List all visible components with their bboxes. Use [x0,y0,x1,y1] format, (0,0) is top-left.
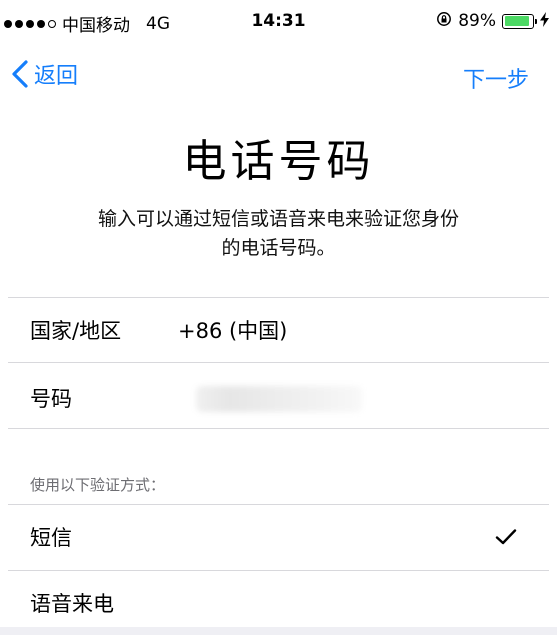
verification-option-sms[interactable]: 短信 [0,505,557,569]
number-row[interactable]: 号码 [0,366,557,430]
country-row[interactable]: 国家/地区 +86 (中国) [0,298,557,362]
country-label: 国家/地区 [30,319,122,343]
battery-fill [504,16,529,26]
option-label: 短信 [30,526,72,550]
verification-option-voice[interactable]: 语音来电 [0,571,557,635]
bottom-edge [0,627,557,635]
navigation-bar: 返回 下一步 [0,44,557,108]
number-label: 号码 [30,387,72,411]
phone-number-screen: 中国移动 4G 14:31 89% 返回 下一步 电话号码 输入可以通过短信或语… [0,0,557,635]
next-button[interactable]: 下一步 [463,62,529,94]
description-line-1: 输入可以通过短信或语音来电来验证您身份 [97,208,459,230]
rotation-lock-icon [436,11,452,31]
description-line-2: 的电话号码。 [221,237,336,259]
bolt-icon [540,11,549,31]
checkmark-icon [495,529,517,545]
divider [8,428,549,429]
battery-icon [502,13,537,29]
phone-number-input[interactable] [196,386,362,412]
chevron-left-icon [12,60,28,88]
back-button-label: 返回 [34,64,79,89]
verification-section-header: 使用以下验证方式： [30,476,166,494]
divider [8,362,549,363]
country-value: +86 (中国) [178,319,288,343]
status-right: 89% [436,11,549,31]
status-bar: 中国移动 4G 14:31 89% [0,0,557,44]
back-button[interactable]: 返回 [8,58,78,90]
page-description: 输入可以通过短信或语音来电来验证您身份 的电话号码。 [60,205,497,263]
page-title: 电话号码 [182,136,375,187]
battery-percent: 89% [458,11,496,31]
option-label: 语音来电 [30,592,114,616]
